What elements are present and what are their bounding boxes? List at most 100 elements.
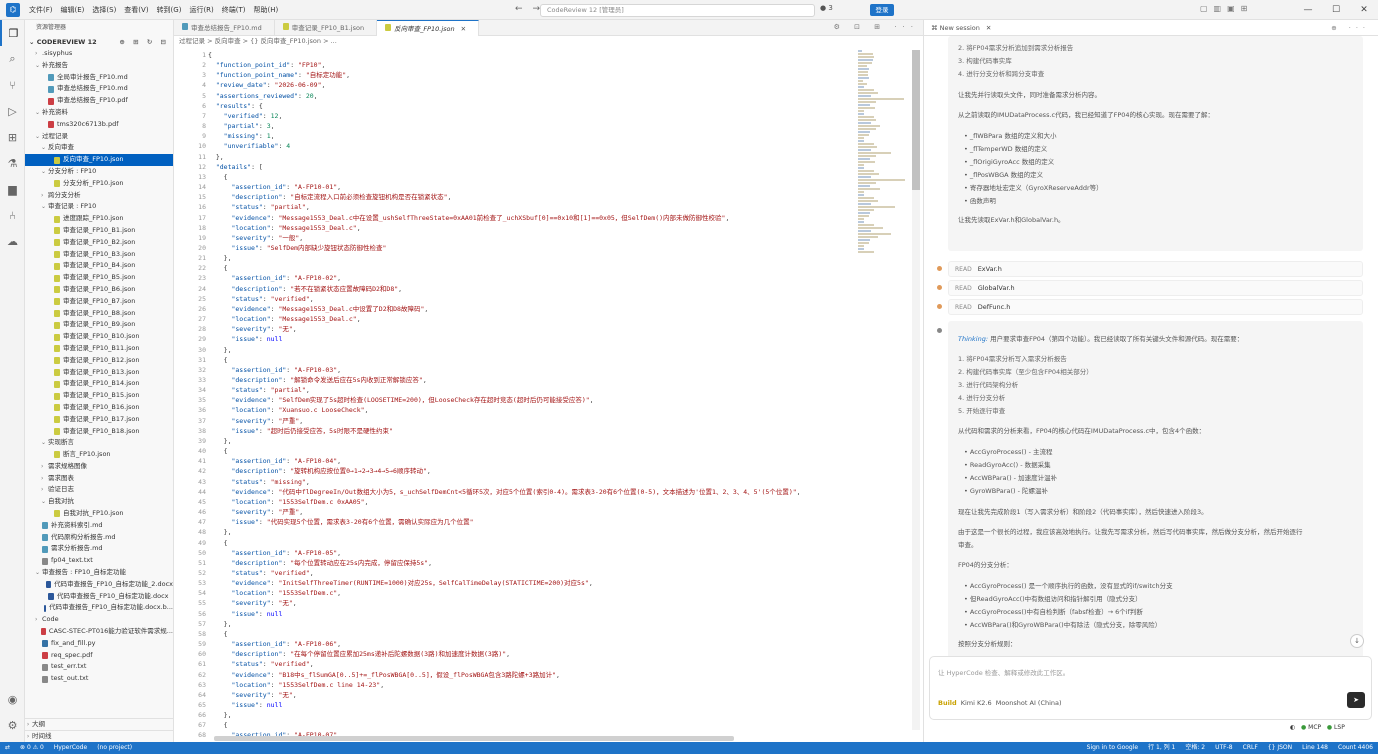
close-tab-icon[interactable]: ✕ [461,25,466,33]
command-center[interactable]: CodeReview 12 [管理员] [540,4,815,17]
folder-item[interactable]: › 跨分支分析 [25,190,173,202]
minimize-icon[interactable]: — [1294,0,1322,20]
file-item[interactable]: 审查记录_FP10_B15.json [25,390,173,402]
read-tool-call[interactable]: READ ExVar.h [948,261,1363,277]
file-item[interactable]: 审查记录_FP10_B13.json [25,367,173,379]
back-arrow-icon[interactable]: ← [515,4,523,14]
problems-count[interactable]: ⊗ 0 ⚠ 0 [15,742,49,754]
file-item[interactable]: 审查记录_FP10_B10.json [25,331,173,343]
file-item[interactable]: 分支分析_FP10.json [25,178,173,190]
file-item[interactable]: 审查记录_FP10_B8.json [25,308,173,320]
file-item[interactable]: 审查总结报告_FP10.md [25,83,173,95]
chat-input[interactable]: 让 HyperCode 检查、解释或修改此工作区。 Build Kimi K2.6… [929,656,1372,720]
flask-icon[interactable]: ⚗ [0,150,25,176]
file-item[interactable]: 审查总结报告_FP10.pdf [25,95,173,107]
folder-item[interactable]: ⌄ 补充资料 [25,107,173,119]
menu-item[interactable]: 运行(R) [185,6,217,14]
folder-item[interactable]: ⌄ 审查记录 : FP10 [25,201,173,213]
editor-tab[interactable]: 审查记录_FP10_B1.json [275,20,378,36]
editor-tab[interactable]: 反向审查_FP10.json ✕ [377,20,480,36]
read-tool-call[interactable]: READ DefFunc.h [948,299,1363,315]
menu-item[interactable]: 选择(S) [88,6,120,14]
run-debug-icon[interactable]: ▷ [0,98,25,124]
vertical-scrollbar[interactable] [912,50,920,730]
layout-icons[interactable]: ▢▥▣⊞ [1200,4,1253,13]
folder-item[interactable]: ⌄ 自我对抗 [25,496,173,508]
file-item[interactable]: test_out.txt [25,673,173,685]
file-item[interactable]: 审查记录_FP10_B1.json [25,225,173,237]
folder-item[interactable]: › Code [25,614,173,626]
model-selector[interactable]: Build Kimi K2.6 Moonshot AI (China) [938,699,1062,707]
read-tool-call[interactable]: READ GlobalVar.h [948,280,1363,296]
file-item[interactable]: 需求分析报告.md [25,543,173,555]
file-item[interactable]: 审查记录_FP10_B7.json [25,296,173,308]
editor-tab[interactable]: 审查总结报告_FP10.md [174,20,275,36]
folder-item[interactable]: › 需求图表 [25,473,173,485]
file-item[interactable]: 代码原构分析报告.md [25,532,173,544]
settings-gear-icon[interactable]: ⚙ [0,712,25,738]
login-button[interactable]: 登录 [870,4,894,16]
file-item[interactable]: 审查记录_FP10_B3.json [25,249,173,261]
file-item[interactable]: 审查记录_FP10_B12.json [25,355,173,367]
counter[interactable]: ● 3 [820,4,833,12]
menu-item[interactable]: 终端(T) [218,6,250,14]
cursor-position[interactable]: 行 1, 列 1 [1143,742,1180,754]
explorer-actions[interactable]: ⊕ ⊞ ↻ ⊟ [119,36,173,48]
branch-icon[interactable]: ⑃ [0,202,25,228]
file-item[interactable]: fix_and_fill.py [25,638,173,650]
close-tab-icon[interactable]: ✕ [986,20,991,35]
scrollbar-thumb[interactable] [912,50,920,190]
source-control-icon[interactable]: ⑂ [0,72,25,98]
file-item[interactable]: 代码审查报告_FP10_自标定功能.docx [25,591,173,603]
line-ending[interactable]: CRLF [1238,742,1263,754]
folder-item[interactable]: ⌄ 补充报告 [25,60,173,72]
google-signin[interactable]: Sign in to Google [1082,742,1143,754]
file-item[interactable]: tms320c6713b.pdf [25,119,173,131]
file-item[interactable]: 反向审查_FP10.json [25,154,173,166]
menu-item[interactable]: 帮助(H) [250,6,283,14]
indentation[interactable]: 空格: 2 [1180,742,1210,754]
folder-item[interactable]: ⌄ 实现断言 [25,437,173,449]
word-count[interactable]: Count 4406 [1333,742,1378,754]
file-item[interactable]: 审查记录_FP10_B16.json [25,402,173,414]
scroll-down-icon[interactable]: ↓ [1350,634,1364,648]
folder-item[interactable]: ⌄ 审查报告 : FP10_自标定功能 [25,567,173,579]
project-status[interactable]: (no project) [92,742,137,754]
menu-item[interactable]: 查看(V) [120,6,152,14]
minimap[interactable] [858,50,908,300]
remote-icon[interactable]: ⇄ [0,742,15,754]
file-item[interactable]: 审查记录_FP10_B4.json [25,260,173,272]
menu-item[interactable]: 文件(F) [25,6,57,14]
menu-item[interactable]: 转到(G) [153,6,186,14]
folder-item[interactable]: ⌄ 过程记录 [25,131,173,143]
file-item[interactable]: 代码审查报告_FP10_自标定功能.docx.b... [25,602,173,614]
cloud-icon[interactable]: ☁ [0,228,25,254]
file-item[interactable]: 审查记录_FP10_B18.json [25,426,173,438]
folder-item[interactable]: › .sisyphus [25,48,173,60]
file-item[interactable]: 审查记录_FP10_B5.json [25,272,173,284]
mode-label[interactable]: Build [938,699,957,707]
mcp-status[interactable]: MCP [1308,724,1321,731]
file-item[interactable]: 断言_FP10.json [25,449,173,461]
close-icon[interactable]: ✕ [1350,0,1378,20]
explorer-icon[interactable]: ❐ [0,20,25,46]
file-item[interactable]: 进度跟踪_FP10.json [25,213,173,225]
language-mode[interactable]: {} JSON [1263,742,1297,754]
workspace-root[interactable]: ⌄ CODEREVIEW 12 ⊕ ⊞ ↻ ⊟ [25,36,173,48]
file-item[interactable]: CASC-STEC-PT016能力验证软件需求规... [25,626,173,638]
hypercode-status[interactable]: HyperCode [49,742,92,754]
database-icon[interactable]: ▆ [0,176,25,202]
file-item[interactable]: fp04_text.txt [25,555,173,567]
file-item[interactable]: 自我对抗_FP10.json [25,508,173,520]
file-item[interactable]: 审查记录_FP10_B17.json [25,414,173,426]
line-count[interactable]: Line 148 [1297,742,1333,754]
code-view[interactable]: 1{2 "function_point_id": "FP10", 3 "funct… [174,50,854,742]
folder-item[interactable]: ⌄ 反向审查 [25,142,173,154]
lsp-status[interactable]: LSP [1334,724,1345,731]
file-item[interactable]: 全局审计报告_FP10.md [25,72,173,84]
folder-item[interactable]: › 验证日志 [25,484,173,496]
editor-tab-actions[interactable]: ⚙ ⊡ ⊞ ··· [834,23,919,31]
file-item[interactable]: 审查记录_FP10_B2.json [25,237,173,249]
file-item[interactable]: req_spec.pdf [25,650,173,662]
chat-tab-actions[interactable]: ⊕ ··· [1331,20,1378,35]
